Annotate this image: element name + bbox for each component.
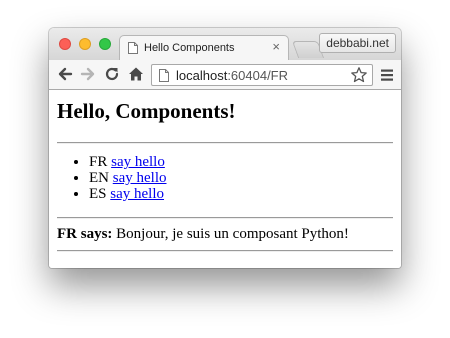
maximize-window-button[interactable] bbox=[99, 38, 111, 50]
address-bar[interactable]: localhost:60404/FR bbox=[151, 64, 373, 86]
tab-close-icon[interactable]: × bbox=[272, 40, 280, 54]
browser-tab[interactable]: Hello Components × bbox=[119, 35, 289, 61]
close-window-button[interactable] bbox=[59, 38, 71, 50]
result-text: Bonjour, je suis un composant Python! bbox=[112, 226, 349, 242]
say-hello-link-en[interactable]: say hello bbox=[113, 170, 167, 186]
minimize-window-button[interactable] bbox=[79, 38, 91, 50]
list-item-es: ES say hello bbox=[89, 186, 167, 202]
url-path: :60404/FR bbox=[227, 68, 289, 83]
divider bbox=[57, 142, 393, 144]
divider bbox=[57, 250, 393, 252]
say-hello-link-fr[interactable]: say hello bbox=[111, 154, 165, 170]
list-item-fr: FR say hello bbox=[89, 154, 167, 170]
back-arrow-icon[interactable] bbox=[56, 65, 74, 83]
page-icon bbox=[159, 69, 169, 82]
say-hello-link-es[interactable]: say hello bbox=[110, 186, 164, 202]
language-code: FR bbox=[89, 154, 108, 170]
home-icon[interactable] bbox=[127, 65, 145, 83]
browser-window: Hello Components × debbabi.net localhost… bbox=[49, 28, 401, 268]
profile-button[interactable]: debbabi.net bbox=[319, 33, 396, 53]
url-host: localhost bbox=[176, 68, 228, 83]
divider bbox=[57, 217, 393, 219]
menu-icon[interactable] bbox=[379, 67, 395, 83]
list-item-en: EN say hello bbox=[89, 170, 167, 186]
result-message: FR says: Bonjour, je suis un composant P… bbox=[57, 226, 349, 243]
language-list: FR say hello EN say hello ES say hello bbox=[49, 154, 167, 202]
language-code: EN bbox=[89, 170, 109, 186]
tab-title: Hello Components bbox=[144, 42, 235, 54]
language-code: ES bbox=[89, 186, 107, 202]
document-icon bbox=[128, 42, 138, 54]
page-heading: Hello, Components! bbox=[57, 99, 236, 123]
url-text[interactable]: localhost:60404/FR bbox=[176, 68, 288, 83]
browser-toolbar: localhost:60404/FR bbox=[49, 60, 401, 90]
result-label: FR says: bbox=[57, 226, 113, 242]
reload-icon[interactable] bbox=[103, 65, 121, 83]
title-bar: Hello Components × debbabi.net bbox=[49, 28, 401, 61]
page-content: Hello, Components! FR say hello EN say h… bbox=[49, 90, 401, 268]
forward-arrow-icon[interactable] bbox=[79, 65, 97, 83]
bookmark-star-icon[interactable] bbox=[350, 66, 368, 84]
